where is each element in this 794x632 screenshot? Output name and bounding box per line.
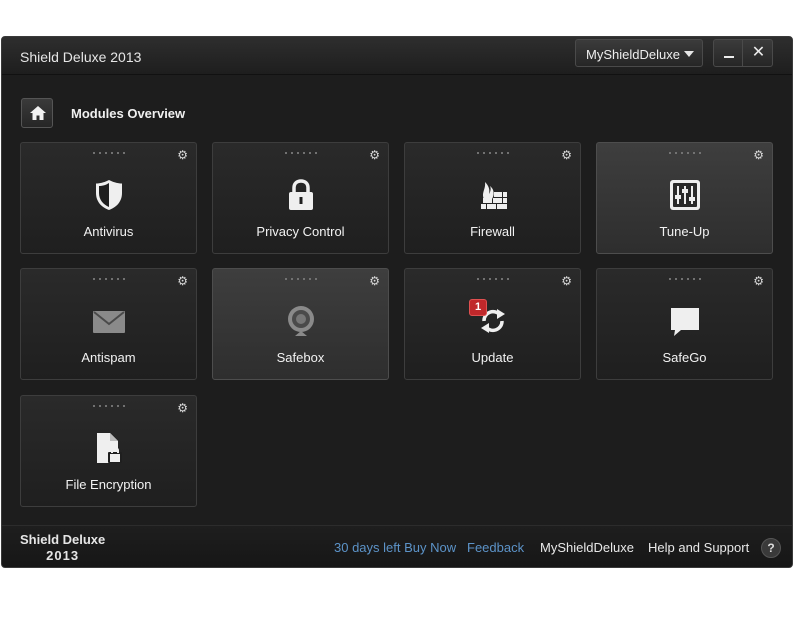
account-dropdown-label: MyShieldDeluxe <box>586 47 680 62</box>
firewall-icon <box>481 182 507 209</box>
window-controls: ✕ <box>713 39 773 67</box>
status-dots <box>667 151 703 155</box>
close-button[interactable]: ✕ <box>744 40 773 66</box>
tile-label: Tune-Up <box>659 224 710 239</box>
brand-name: Shield Deluxe <box>20 532 106 547</box>
brand-year: 2013 <box>46 548 80 563</box>
tile-update[interactable]: ⚙ 1 Update <box>404 268 581 380</box>
status-dots <box>475 277 511 281</box>
tile-file-encryption[interactable]: ⚙ File Encryption <box>20 395 197 507</box>
tile-safego[interactable]: ⚙ SafeGo <box>596 268 773 380</box>
tile-label: File Encryption <box>65 477 152 492</box>
feedback-link[interactable]: Feedback <box>467 540 524 555</box>
myshielddeluxe-link[interactable]: MyShieldDeluxe <box>540 540 634 555</box>
gear-icon[interactable]: ⚙ <box>753 149 764 161</box>
status-dots <box>283 277 319 281</box>
tile-label: Update <box>471 350 514 365</box>
section-title: Modules Overview <box>71 106 186 121</box>
tile-firewall[interactable]: ⚙ Firewall <box>404 142 581 254</box>
tile-antispam[interactable]: ⚙ Antispam <box>20 268 197 380</box>
lock-icon <box>289 179 313 210</box>
minimize-button[interactable] <box>714 40 743 66</box>
app-window: Shield Deluxe 2013 MyShieldDeluxe ✕ Modu… <box>1 36 793 568</box>
app-title: Shield Deluxe 2013 <box>20 49 142 65</box>
gear-icon[interactable]: ⚙ <box>561 275 572 287</box>
footer-logo: Shield Deluxe 2013 <box>20 532 105 564</box>
footer-bar: Shield Deluxe 2013 30 days left Buy Now … <box>2 525 792 567</box>
status-dots <box>91 151 127 155</box>
shield-icon <box>96 180 122 210</box>
gear-icon[interactable]: ⚙ <box>369 275 380 287</box>
title-bar: Shield Deluxe 2013 MyShieldDeluxe ✕ <box>2 37 792 75</box>
status-dots <box>283 151 319 155</box>
tile-tune-up[interactable]: ⚙ Tune-Up <box>596 142 773 254</box>
status-dots <box>475 151 511 155</box>
tile-safebox[interactable]: ⚙ Safebox <box>212 268 389 380</box>
tile-label: Privacy Control <box>256 224 345 239</box>
gear-icon[interactable]: ⚙ <box>561 149 572 161</box>
help-support-link[interactable]: Help and Support <box>648 540 749 555</box>
gear-icon[interactable]: ⚙ <box>369 149 380 161</box>
home-icon <box>30 106 46 120</box>
file-lock-icon <box>97 433 122 463</box>
tile-label: Safebox <box>276 350 325 365</box>
gear-icon[interactable]: ⚙ <box>753 275 764 287</box>
tile-privacy-control[interactable]: ⚙ Privacy Control <box>212 142 389 254</box>
tile-label: Firewall <box>470 224 515 239</box>
gear-icon[interactable]: ⚙ <box>177 402 188 414</box>
help-icon[interactable]: ? <box>761 538 781 558</box>
gear-icon[interactable]: ⚙ <box>177 275 188 287</box>
chevron-down-icon <box>684 51 694 57</box>
sliders-icon <box>670 180 700 210</box>
gear-icon[interactable]: ⚙ <box>177 149 188 161</box>
status-dots <box>91 404 127 408</box>
status-dots <box>667 277 703 281</box>
status-dots <box>91 277 127 281</box>
tile-label: Antivirus <box>83 224 134 239</box>
chat-bubble-icon <box>671 308 699 336</box>
buy-now-link[interactable]: 30 days left Buy Now <box>334 540 456 555</box>
webcam-icon <box>288 306 314 336</box>
tile-label: SafeGo <box>662 350 707 365</box>
envelope-icon <box>93 311 125 333</box>
notification-badge: 1 <box>469 299 487 316</box>
tile-label: Antispam <box>81 350 136 365</box>
tile-antivirus[interactable]: ⚙ Antivirus <box>20 142 197 254</box>
account-dropdown-button[interactable]: MyShieldDeluxe <box>575 39 703 67</box>
home-button[interactable] <box>21 98 53 128</box>
